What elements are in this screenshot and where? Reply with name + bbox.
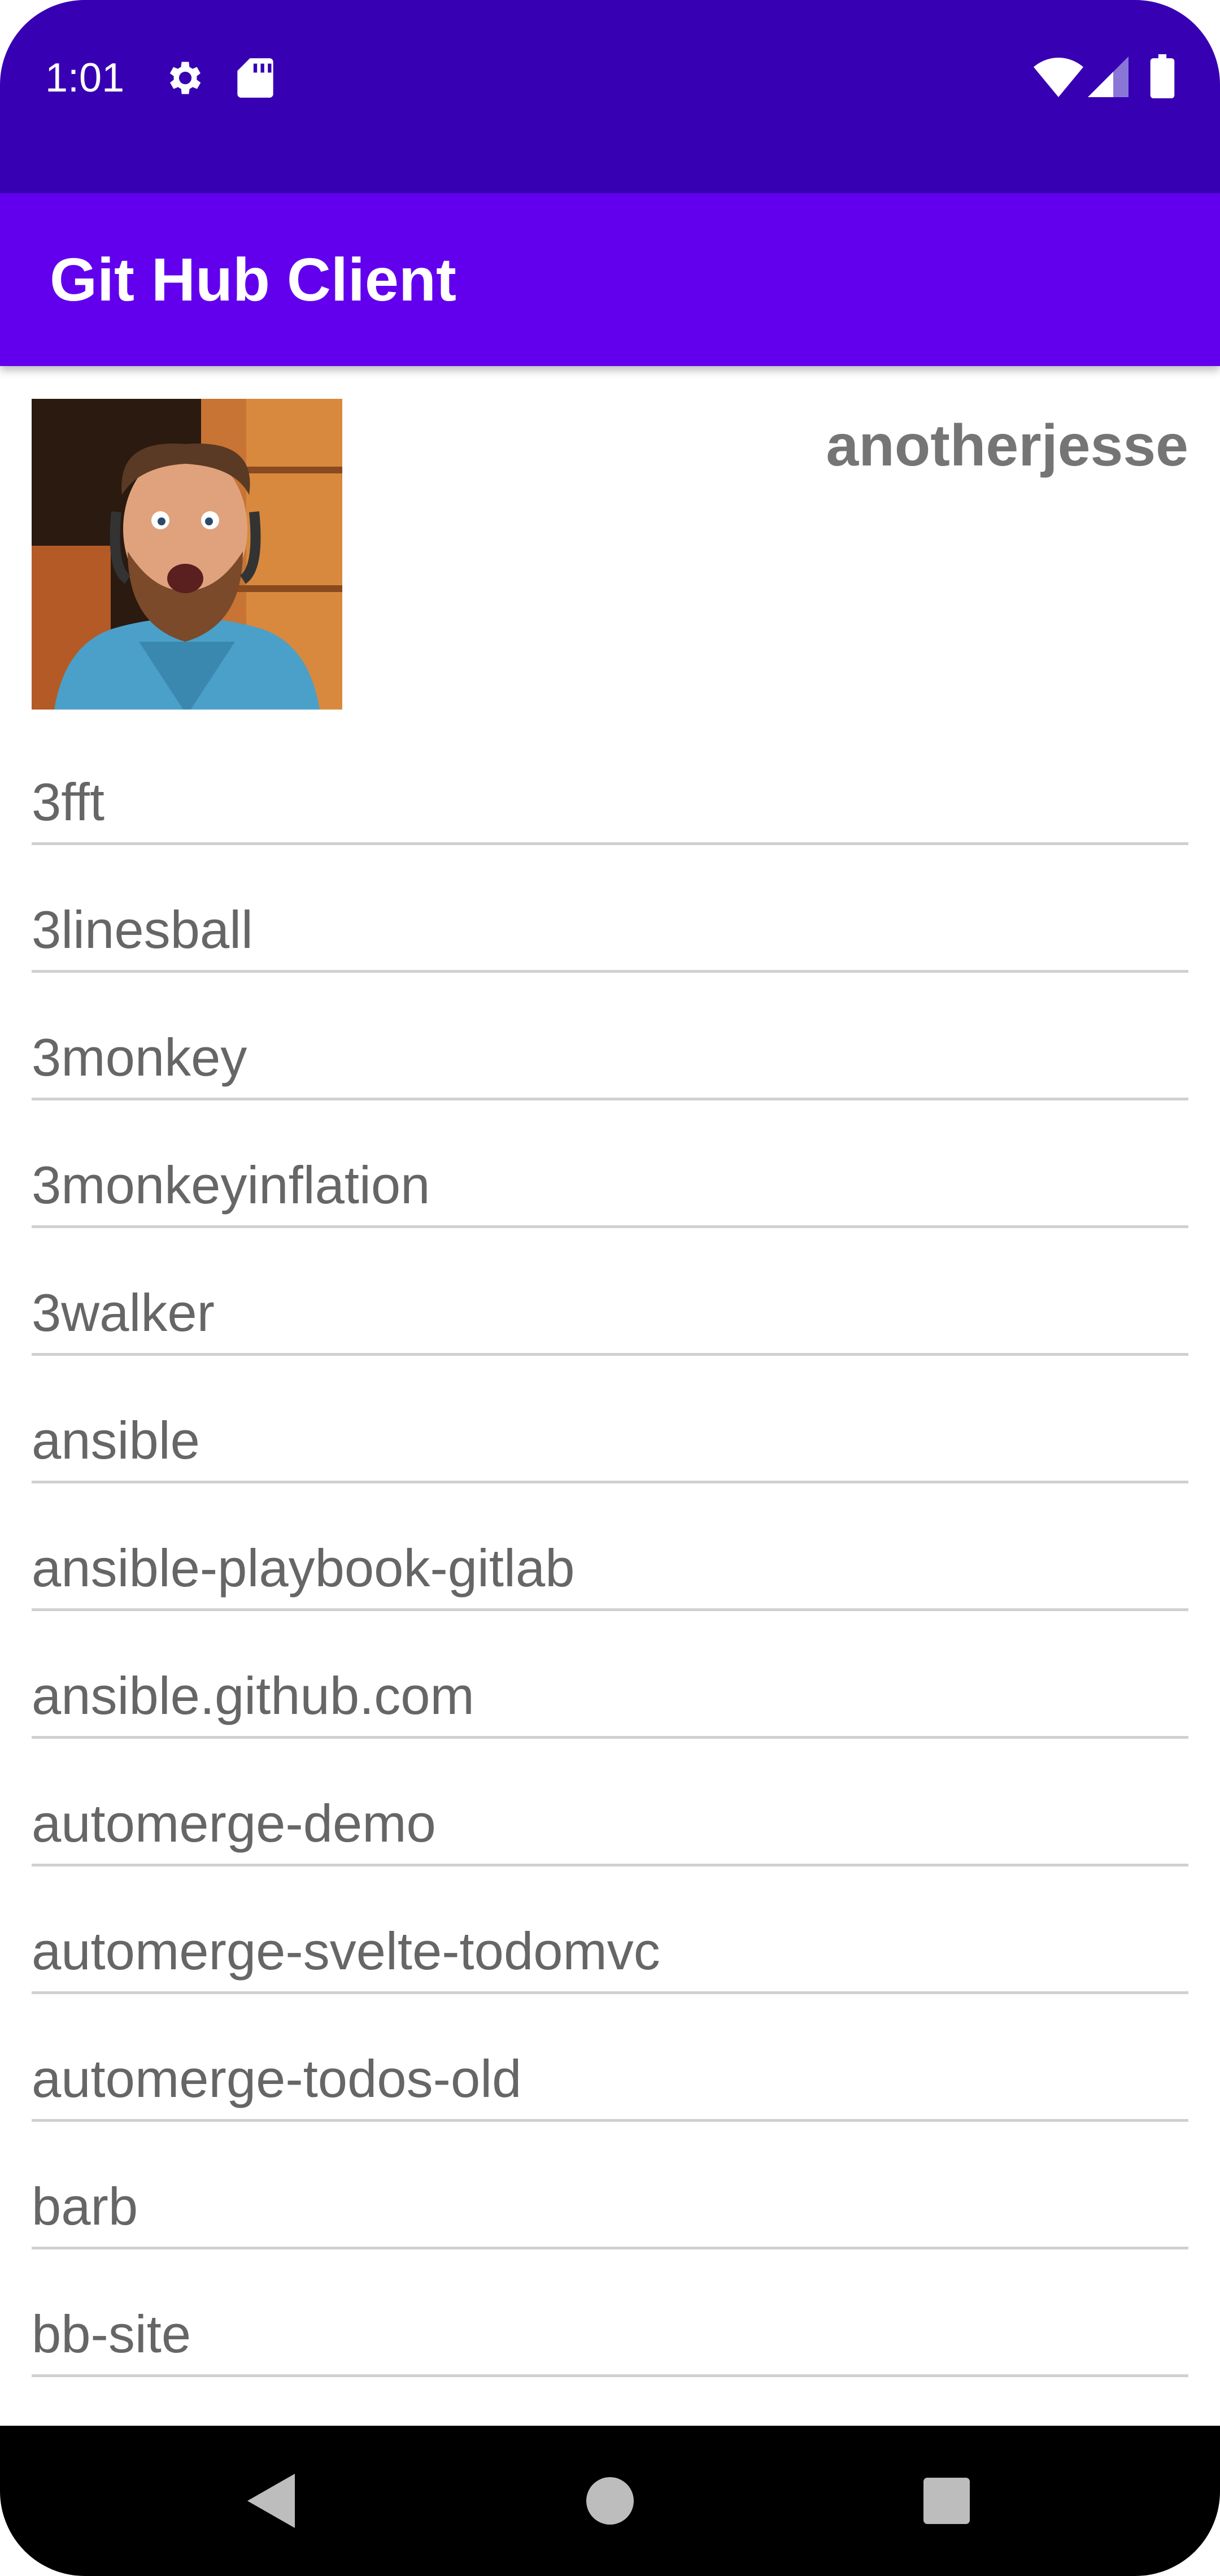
repo-name: automerge-svelte-todomvc [32, 1921, 660, 1981]
recents-icon [923, 2478, 970, 2524]
home-button[interactable] [554, 2426, 666, 2576]
list-item[interactable]: barb [32, 2122, 1188, 2249]
repo-list: 3fft 3linesball 3monkey 3monkeyinflation… [32, 717, 1188, 2377]
repo-name: ansible-playbook-gitlab [32, 1538, 575, 1598]
list-item[interactable]: ansible.github.com [32, 1611, 1188, 1739]
signal-icon [1088, 56, 1128, 100]
list-item[interactable]: bb-site [32, 2249, 1188, 2377]
repo-name: 3fft [32, 772, 104, 832]
battery-icon [1150, 54, 1175, 101]
list-item[interactable]: 3monkeyinflation [32, 1100, 1188, 1228]
recents-button[interactable] [890, 2426, 1003, 2576]
app-title: Git Hub Client [50, 245, 456, 314]
user-avatar [32, 399, 342, 710]
list-item[interactable]: automerge-svelte-todomvc [32, 1866, 1188, 1994]
list-item[interactable]: 3monkey [32, 973, 1188, 1100]
list-item[interactable]: automerge-demo [32, 1739, 1188, 1866]
settings-icon [164, 56, 207, 102]
repo-name: 3walker [32, 1283, 215, 1342]
app-bar: Git Hub Client [0, 193, 1220, 366]
repo-name: automerge-demo [32, 1794, 436, 1853]
divider [32, 2374, 1188, 2377]
back-icon [247, 2474, 295, 2528]
list-item[interactable]: automerge-todos-old [32, 1994, 1188, 2122]
repo-name: ansible.github.com [32, 1666, 474, 1725]
repo-name: 3linesball [32, 900, 253, 959]
repo-name: 3monkey [32, 1028, 247, 1087]
list-item[interactable]: 3fft [32, 717, 1188, 845]
back-button[interactable] [215, 2426, 328, 2576]
repo-name: ansible [32, 1411, 200, 1470]
status-time: 1:01 [45, 55, 125, 101]
repo-name: barb [32, 2177, 138, 2236]
repo-name: bb-site [32, 2304, 191, 2364]
sd-card-icon [237, 56, 273, 102]
navigation-bar [0, 2426, 1220, 2576]
list-item[interactable]: ansible [32, 1356, 1188, 1483]
wifi-icon [1034, 58, 1083, 100]
list-item[interactable]: 3walker [32, 1228, 1188, 1356]
repo-name: 3monkeyinflation [32, 1155, 430, 1215]
status-bar: 1:01 [0, 0, 1220, 193]
list-item[interactable]: ansible-playbook-gitlab [32, 1483, 1188, 1611]
home-icon [586, 2477, 634, 2525]
list-item[interactable]: 3linesball [32, 845, 1188, 973]
username: anotherjesse [826, 413, 1188, 478]
repo-name: automerge-todos-old [32, 2049, 522, 2108]
